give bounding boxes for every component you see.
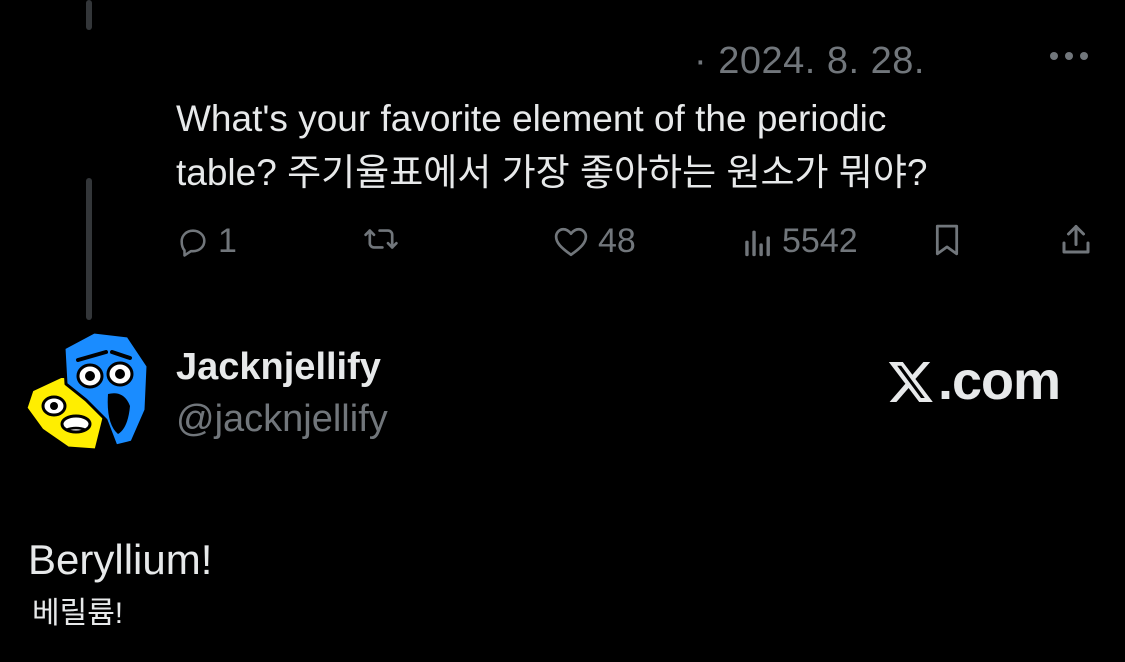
views-button[interactable]: 5542	[742, 222, 858, 261]
tweet-text-line-1: What's your favorite element of the peri…	[176, 98, 887, 139]
bookmark-icon	[935, 224, 959, 256]
tweet-date[interactable]: · 2024. 8. 28.	[694, 40, 925, 83]
x-logo-icon	[888, 362, 933, 402]
user-handle[interactable]: @jacknjellify	[176, 398, 388, 441]
more-icon[interactable]	[1050, 52, 1088, 60]
analytics-icon	[745, 230, 770, 256]
heart-icon	[554, 227, 588, 256]
retweet-button[interactable]	[360, 222, 410, 256]
view-count: 5542	[782, 222, 858, 260]
action-bar: 1 48 5542	[0, 222, 1125, 266]
tweet-text-line-2: table? 주기율표에서 가장 좋아하는 원소가 뭐야?	[176, 152, 928, 193]
brand-watermark: .com	[886, 350, 1061, 412]
display-name[interactable]: Jacknjellify	[176, 346, 381, 389]
reply-button[interactable]: 1	[176, 222, 237, 261]
avatar[interactable]	[24, 330, 154, 460]
share-icon	[1062, 225, 1090, 254]
like-button[interactable]: 48	[552, 222, 636, 261]
reply-text-korean: 베릴륨!	[32, 597, 124, 630]
share-button[interactable]	[1058, 222, 1094, 258]
like-count: 48	[598, 222, 636, 260]
retweet-icon	[364, 229, 398, 249]
reply-count: 1	[218, 222, 237, 260]
tweet-text: What's your favorite element of the peri…	[176, 92, 1076, 200]
thread-line-top	[86, 0, 92, 30]
brand-domain: .com	[938, 351, 1061, 411]
bookmark-button[interactable]	[930, 222, 964, 258]
reply-text-english: Beryllium!	[28, 536, 213, 583]
avatar-image	[24, 330, 150, 452]
reply-icon	[180, 228, 206, 257]
